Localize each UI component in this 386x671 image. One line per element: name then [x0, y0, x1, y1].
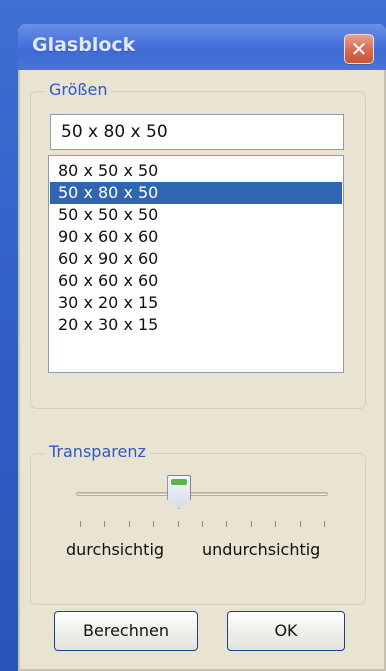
- ok-button[interactable]: OK: [227, 611, 345, 651]
- list-item[interactable]: 60 x 90 x 60: [50, 248, 342, 270]
- transparency-min-label: durchsichtig: [66, 540, 165, 559]
- window-title: Glasblock: [32, 34, 136, 56]
- close-button[interactable]: ✕: [344, 34, 374, 64]
- transparency-max-label: undurchsichtig: [202, 540, 321, 559]
- titlebar: Glasblock ✕: [18, 24, 386, 70]
- transparency-groupbox: Transparenz: [30, 442, 366, 605]
- list-item-selected[interactable]: 50 x 80 x 50: [50, 182, 342, 204]
- sizes-legend: Größen: [45, 80, 112, 100]
- list-item[interactable]: 80 x 50 x 50: [50, 160, 342, 182]
- sizes-listbox[interactable]: 80 x 50 x 50 50 x 80 x 50 50 x 50 x 50 9…: [48, 155, 344, 373]
- list-item[interactable]: 20 x 30 x 15: [50, 314, 342, 336]
- transparency-slider-track[interactable]: [76, 492, 328, 496]
- sizes-combobox-input[interactable]: 50 x 80 x 50: [50, 114, 344, 150]
- close-icon: ✕: [350, 37, 368, 61]
- list-item[interactable]: 60 x 60 x 60: [50, 270, 342, 292]
- calculate-button[interactable]: Berechnen: [54, 611, 198, 651]
- list-item[interactable]: 90 x 60 x 60: [50, 226, 342, 248]
- list-item[interactable]: 50 x 50 x 50: [50, 204, 342, 226]
- list-item[interactable]: 30 x 20 x 15: [50, 292, 342, 314]
- transparency-legend: Transparenz: [45, 442, 150, 462]
